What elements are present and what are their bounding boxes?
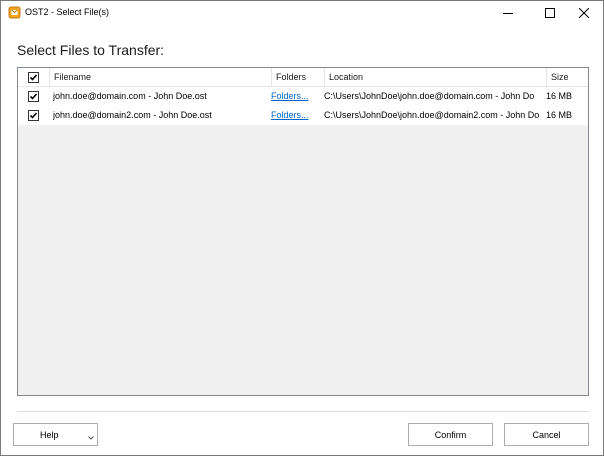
row-checkbox[interactable] (28, 110, 39, 121)
app-icon (8, 6, 21, 19)
confirm-button[interactable]: Confirm (408, 423, 493, 446)
column-header-folders[interactable]: Folders (272, 68, 325, 87)
cell-size: 16 MB (546, 91, 573, 101)
cell-location: C:\Users\JohnDoe\john.doe@domain2.com - … (324, 110, 540, 120)
help-button[interactable]: Help (13, 423, 98, 446)
list-header: Filename Folders Location Size (18, 68, 588, 87)
cell-filename: john.doe@domain2.com - John Doe.ost (53, 110, 212, 120)
close-button[interactable] (565, 1, 603, 25)
table-row[interactable]: john.doe@domain.com - John Doe.ost Folde… (18, 87, 588, 106)
header-select-all[interactable] (18, 68, 50, 87)
column-header-location[interactable]: Location (325, 68, 547, 87)
checkmark-icon (29, 74, 38, 81)
checkmark-icon (29, 112, 38, 119)
separator (17, 411, 589, 412)
cell-filename: john.doe@domain.com - John Doe.ost (53, 91, 207, 101)
title-bar: OST2 - Select File(s) (1, 1, 603, 25)
dialog-window: OST2 - Select File(s) Select Files to Tr… (0, 0, 604, 456)
file-list[interactable]: Filename Folders Location Size john.doe@… (17, 67, 589, 396)
close-icon (579, 8, 589, 18)
maximize-button[interactable] (531, 1, 569, 25)
minimize-button[interactable] (489, 1, 527, 25)
help-button-label: Help (40, 430, 59, 440)
maximize-icon (545, 8, 555, 18)
cell-size: 16 MB (546, 110, 573, 120)
select-all-checkbox[interactable] (28, 72, 39, 83)
column-header-filename[interactable]: Filename (50, 68, 272, 87)
window-title: OST2 - Select File(s) (25, 7, 110, 17)
minimize-icon (503, 13, 513, 14)
folders-link[interactable]: Folders... (271, 106, 321, 125)
chevron-down-icon[interactable] (88, 432, 94, 442)
row-checkbox[interactable] (28, 91, 39, 102)
folders-link[interactable]: Folders... (271, 87, 321, 106)
page-title: Select Files to Transfer: (17, 42, 165, 58)
table-row[interactable]: john.doe@domain2.com - John Doe.ost Fold… (18, 106, 588, 125)
cancel-button[interactable]: Cancel (504, 423, 589, 446)
cell-location: C:\Users\JohnDoe\john.doe@domain.com - J… (324, 91, 535, 101)
checkmark-icon (29, 93, 38, 100)
column-header-size[interactable]: Size (547, 68, 588, 87)
